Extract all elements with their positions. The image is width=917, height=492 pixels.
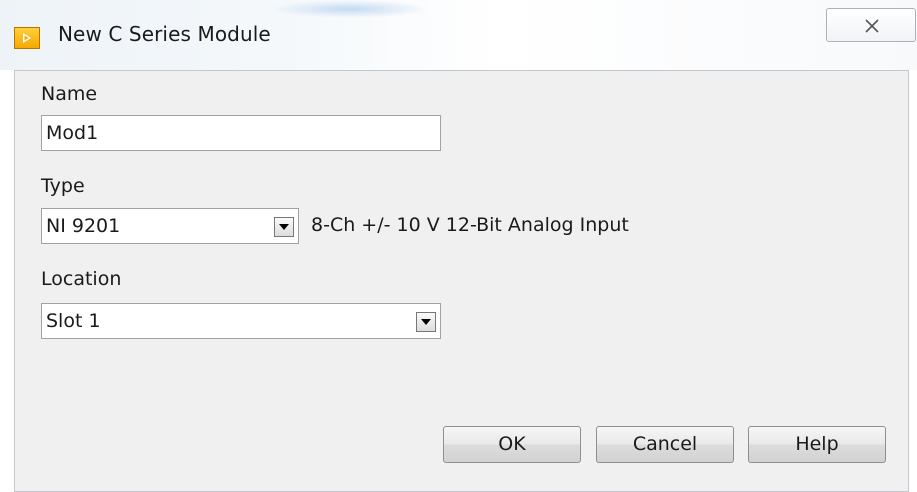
help-button[interactable]: Help (748, 426, 886, 463)
close-button[interactable] (826, 8, 916, 42)
title-bar[interactable]: New C Series Module (0, 0, 917, 70)
close-icon (865, 19, 879, 33)
ok-button[interactable]: OK (443, 426, 581, 463)
chevron-down-icon[interactable] (416, 312, 436, 332)
type-label: Type (41, 175, 85, 197)
type-dropdown-value: NI 9201 (46, 215, 121, 237)
window-title: New C Series Module (58, 22, 271, 46)
title-bar-glow (270, 0, 430, 18)
type-description: 8-Ch +/- 10 V 12-Bit Analog Input (311, 214, 629, 236)
type-dropdown[interactable]: NI 9201 (41, 208, 299, 244)
dialog-window: New C Series Module Name Mod1 Type NI 92… (0, 0, 917, 492)
dialog-client-area: Name Mod1 Type NI 9201 8-Ch +/- 10 V 12-… (14, 70, 909, 492)
name-label: Name (41, 83, 98, 105)
name-input[interactable]: Mod1 (41, 115, 441, 151)
location-dropdown-value: Slot 1 (46, 310, 101, 332)
location-label: Location (41, 268, 122, 290)
labview-icon[interactable] (14, 27, 40, 49)
cancel-button[interactable]: Cancel (596, 426, 734, 463)
chevron-down-icon[interactable] (274, 217, 294, 237)
location-dropdown[interactable]: Slot 1 (41, 303, 441, 339)
